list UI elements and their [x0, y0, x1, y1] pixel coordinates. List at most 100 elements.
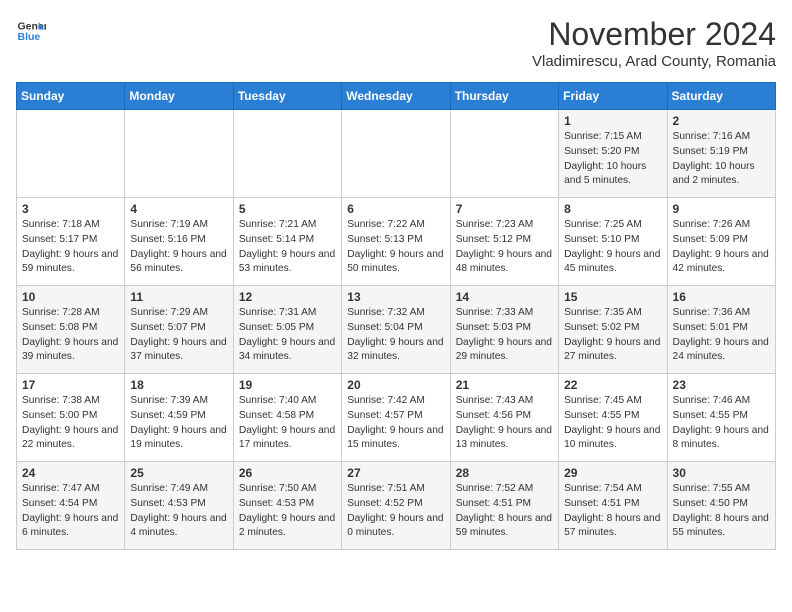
- day-number: 12: [239, 290, 336, 304]
- day-number: 11: [130, 290, 227, 304]
- logo-icon: General Blue: [16, 16, 46, 46]
- day-info: Sunrise: 7:31 AMSunset: 5:05 PMDaylight:…: [239, 306, 336, 365]
- header-wednesday: Wednesday: [342, 83, 450, 110]
- day-info: Sunrise: 7:26 AMSunset: 5:09 PMDaylight:…: [673, 218, 770, 277]
- header-sunday: Sunday: [17, 83, 125, 110]
- calendar-cell: 23 Sunrise: 7:46 AMSunset: 4:55 PMDayligh…: [667, 374, 775, 462]
- day-info: Sunrise: 7:23 AMSunset: 5:12 PMDaylight:…: [456, 218, 553, 277]
- calendar-cell: 22Sunrise: 7:45 AMSunset: 4:55 PMDayligh…: [559, 374, 667, 462]
- calendar-cell: 14 Sunrise: 7:33 AMSunset: 5:03 PMDayligh…: [450, 286, 558, 374]
- day-number: 16: [673, 290, 770, 304]
- calendar-cell: 3 Sunrise: 7:18 AMSunset: 5:17 PMDaylight…: [17, 198, 125, 286]
- day-info: Sunrise: 7:49 AMSunset: 4:53 PMDaylight:…: [130, 482, 227, 541]
- day-number: 23: [673, 378, 770, 392]
- day-number: 14: [456, 290, 553, 304]
- header-tuesday: Tuesday: [233, 83, 341, 110]
- day-number: 27: [347, 466, 444, 480]
- day-info: Sunrise: 7:52 AMSunset: 4:51 PMDaylight:…: [456, 482, 553, 541]
- week-row-4: 17 Sunrise: 7:38 AMSunset: 5:00 PMDayligh…: [17, 374, 776, 462]
- day-number: 3: [22, 202, 119, 216]
- day-info: Sunrise: 7:16 AMSunset: 5:19 PMDaylight:…: [673, 130, 770, 189]
- day-number: 9: [673, 202, 770, 216]
- calendar-cell: 10 Sunrise: 7:28 AMSunset: 5:08 PMDayligh…: [17, 286, 125, 374]
- day-number: 7: [456, 202, 553, 216]
- day-number: 6: [347, 202, 444, 216]
- day-number: 13: [347, 290, 444, 304]
- day-number: 5: [239, 202, 336, 216]
- day-info: Sunrise: 7:19 AMSunset: 5:16 PMDaylight:…: [130, 218, 227, 277]
- day-info: Sunrise: 7:35 AMSunset: 5:02 PMDaylight:…: [564, 306, 661, 365]
- day-info: Sunrise: 7:38 AMSunset: 5:00 PMDaylight:…: [22, 394, 119, 453]
- day-number: 19: [239, 378, 336, 392]
- calendar-cell: 28 Sunrise: 7:52 AMSunset: 4:51 PMDayligh…: [450, 462, 558, 550]
- calendar-cell: 18 Sunrise: 7:39 AMSunset: 4:59 PMDayligh…: [125, 374, 233, 462]
- page-header: General Blue November 2024 Vladimirescu,…: [16, 16, 776, 70]
- calendar-cell: 9 Sunrise: 7:26 AMSunset: 5:09 PMDaylight…: [667, 198, 775, 286]
- day-info: Sunrise: 7:21 AMSunset: 5:14 PMDaylight:…: [239, 218, 336, 277]
- day-info: Sunrise: 7:32 AMSunset: 5:04 PMDaylight:…: [347, 306, 444, 365]
- day-info: Sunrise: 7:18 AMSunset: 5:17 PMDaylight:…: [22, 218, 119, 277]
- calendar-cell: 2Sunrise: 7:16 AMSunset: 5:19 PMDaylight…: [667, 110, 775, 198]
- calendar-cell: 16 Sunrise: 7:36 AMSunset: 5:01 PMDayligh…: [667, 286, 775, 374]
- calendar-cell: 20Sunrise: 7:42 AMSunset: 4:57 PMDayligh…: [342, 374, 450, 462]
- calendar-cell: 4 Sunrise: 7:19 AMSunset: 5:16 PMDaylight…: [125, 198, 233, 286]
- calendar-table: SundayMondayTuesdayWednesdayThursdayFrid…: [16, 82, 776, 550]
- header-friday: Friday: [559, 83, 667, 110]
- calendar-cell: 11 Sunrise: 7:29 AMSunset: 5:07 PMDayligh…: [125, 286, 233, 374]
- day-info: Sunrise: 7:55 AMSunset: 4:50 PMDaylight:…: [673, 482, 770, 541]
- day-info: Sunrise: 7:50 AMSunset: 4:53 PMDaylight:…: [239, 482, 336, 541]
- day-number: 26: [239, 466, 336, 480]
- calendar-cell: 26 Sunrise: 7:50 AMSunset: 4:53 PMDayligh…: [233, 462, 341, 550]
- week-row-5: 24 Sunrise: 7:47 AMSunset: 4:54 PMDayligh…: [17, 462, 776, 550]
- day-info: Sunrise: 7:28 AMSunset: 5:08 PMDaylight:…: [22, 306, 119, 365]
- calendar-cell: 12 Sunrise: 7:31 AMSunset: 5:05 PMDayligh…: [233, 286, 341, 374]
- calendar-cell: [125, 110, 233, 198]
- day-number: 18: [130, 378, 227, 392]
- day-number: 15: [564, 290, 661, 304]
- calendar-cell: 25 Sunrise: 7:49 AMSunset: 4:53 PMDayligh…: [125, 462, 233, 550]
- day-info: Sunrise: 7:46 AMSunset: 4:55 PMDaylight:…: [673, 394, 770, 453]
- day-info: Sunrise: 7:33 AMSunset: 5:03 PMDaylight:…: [456, 306, 553, 365]
- day-number: 29: [564, 466, 661, 480]
- day-number: 30: [673, 466, 770, 480]
- day-number: 25: [130, 466, 227, 480]
- day-number: 10: [22, 290, 119, 304]
- day-number: 28: [456, 466, 553, 480]
- day-info: Sunrise: 7:40 AMSunset: 4:58 PMDaylight:…: [239, 394, 336, 453]
- day-info: Sunrise: 7:39 AMSunset: 4:59 PMDaylight:…: [130, 394, 227, 453]
- day-number: 4: [130, 202, 227, 216]
- day-info: Sunrise: 7:51 AMSunset: 4:52 PMDaylight:…: [347, 482, 444, 541]
- logo: General Blue: [16, 16, 46, 46]
- day-info: Sunrise: 7:47 AMSunset: 4:54 PMDaylight:…: [22, 482, 119, 541]
- calendar-cell: 17 Sunrise: 7:38 AMSunset: 5:00 PMDayligh…: [17, 374, 125, 462]
- calendar-cell: 27 Sunrise: 7:51 AMSunset: 4:52 PMDayligh…: [342, 462, 450, 550]
- day-info: Sunrise: 7:15 AMSunset: 5:20 PMDaylight:…: [564, 130, 661, 189]
- day-info: Sunrise: 7:42 AMSunset: 4:57 PMDaylight:…: [347, 394, 444, 453]
- header-saturday: Saturday: [667, 83, 775, 110]
- calendar-cell: 5 Sunrise: 7:21 AMSunset: 5:14 PMDaylight…: [233, 198, 341, 286]
- calendar-cell: [17, 110, 125, 198]
- calendar-cell: 21Sunrise: 7:43 AMSunset: 4:56 PMDayligh…: [450, 374, 558, 462]
- month-title: November 2024: [532, 16, 776, 53]
- day-number: 8: [564, 202, 661, 216]
- calendar-header-row: SundayMondayTuesdayWednesdayThursdayFrid…: [17, 83, 776, 110]
- location-subtitle: Vladimirescu, Arad County, Romania: [532, 53, 776, 70]
- day-number: 17: [22, 378, 119, 392]
- calendar-cell: 1 Sunrise: 7:15 AMSunset: 5:20 PMDaylight…: [559, 110, 667, 198]
- calendar-cell: 6Sunrise: 7:22 AMSunset: 5:13 PMDaylight…: [342, 198, 450, 286]
- week-row-1: 1 Sunrise: 7:15 AMSunset: 5:20 PMDaylight…: [17, 110, 776, 198]
- header-monday: Monday: [125, 83, 233, 110]
- day-number: 24: [22, 466, 119, 480]
- calendar-cell: [450, 110, 558, 198]
- day-info: Sunrise: 7:36 AMSunset: 5:01 PMDaylight:…: [673, 306, 770, 365]
- svg-text:Blue: Blue: [18, 31, 41, 43]
- day-info: Sunrise: 7:25 AMSunset: 5:10 PMDaylight:…: [564, 218, 661, 277]
- day-info: Sunrise: 7:54 AMSunset: 4:51 PMDaylight:…: [564, 482, 661, 541]
- day-info: Sunrise: 7:43 AMSunset: 4:56 PMDaylight:…: [456, 394, 553, 453]
- day-number: 1: [564, 114, 661, 128]
- header-thursday: Thursday: [450, 83, 558, 110]
- day-info: Sunrise: 7:29 AMSunset: 5:07 PMDaylight:…: [130, 306, 227, 365]
- calendar-cell: [233, 110, 341, 198]
- calendar-cell: 29 Sunrise: 7:54 AMSunset: 4:51 PMDayligh…: [559, 462, 667, 550]
- title-section: November 2024 Vladimirescu, Arad County,…: [532, 16, 776, 70]
